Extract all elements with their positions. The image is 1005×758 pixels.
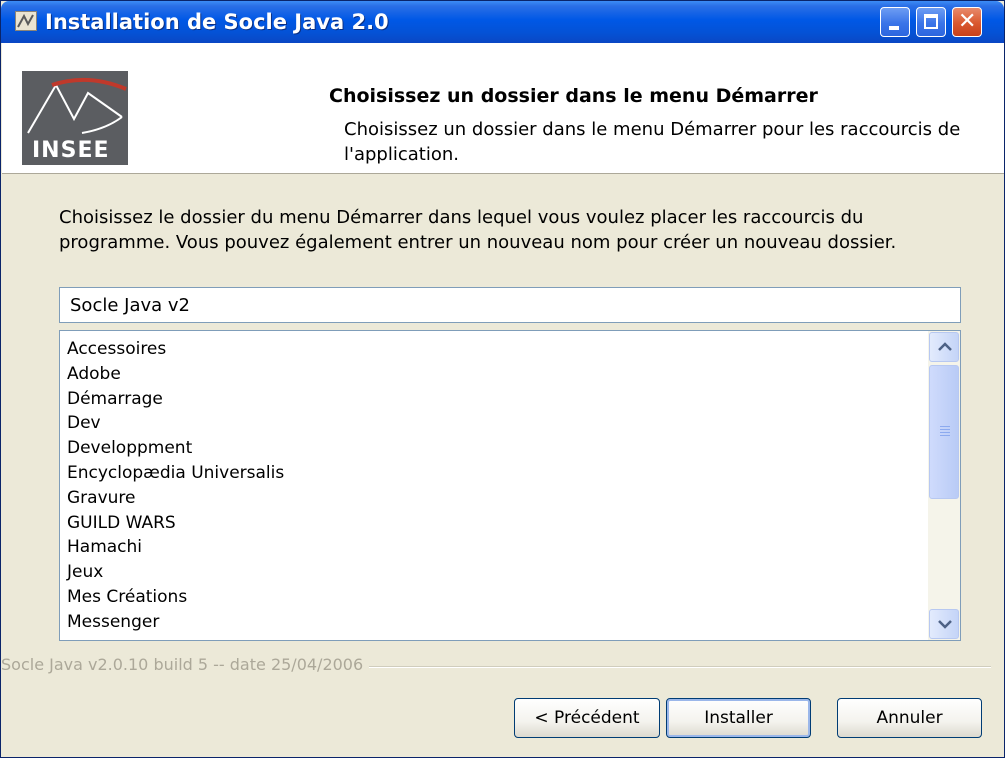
start-menu-folder-list[interactable]: Accessoires Adobe Démarrage Dev Developpment… — [59, 330, 961, 641]
install-button[interactable]: Installer — [666, 698, 811, 738]
scroll-grip-line — [940, 426, 950, 427]
window-title: Installation de Socle Java 2.0 — [45, 10, 389, 34]
close-button[interactable]: ✕ — [952, 7, 982, 37]
maximize-button[interactable] — [916, 7, 946, 37]
logo-text: INSEE — [32, 138, 110, 163]
scroll-down-button[interactable] — [929, 609, 959, 639]
folder-list-item[interactable]: Adobe — [67, 362, 917, 387]
close-icon: ✕ — [958, 9, 977, 34]
minimize-icon — [889, 26, 899, 30]
folder-list-item[interactable]: Dev — [67, 411, 917, 436]
folder-list-item[interactable]: Hamachi — [67, 535, 917, 560]
folder-list-item[interactable]: Accessoires — [67, 337, 917, 362]
cancel-button[interactable]: Annuler — [837, 698, 982, 738]
page-title: Choisissez un dossier dans le menu Démar… — [329, 85, 818, 107]
folder-list-item[interactable]: Encyclopædia Universalis — [67, 461, 917, 486]
scroll-up-button[interactable] — [929, 332, 959, 362]
scroll-grip-line — [940, 435, 950, 436]
folder-list-item[interactable]: Mes Créations — [67, 585, 917, 610]
folder-list-item[interactable]: Démarrage — [67, 387, 917, 412]
version-label: Socle Java v2.0.10 build 5 -- date 25/04… — [1, 655, 370, 674]
folder-list-item[interactable]: Gravure — [67, 486, 917, 511]
scroll-grip-line — [940, 432, 950, 433]
previous-button[interactable]: < Précédent — [514, 698, 660, 738]
folder-list-item[interactable]: Developpment — [67, 436, 917, 461]
folder-list-item[interactable]: Jeux — [67, 560, 917, 585]
wizard-header: INSEE Choisissez un dossier dans le menu… — [2, 43, 1004, 174]
scroll-grip-line — [940, 429, 950, 430]
folder-list-items: Accessoires Adobe Démarrage Dev Developpment… — [67, 337, 917, 635]
title-bar[interactable]: Installation de Socle Java 2.0 ✕ — [1, 1, 1004, 43]
installer-window: Installation de Socle Java 2.0 ✕ INSEE C… — [0, 0, 1005, 758]
scroll-thumb[interactable] — [929, 365, 959, 499]
folder-list-item[interactable]: GUILD WARS — [67, 511, 917, 536]
start-menu-folder-input[interactable]: Socle Java v2 — [59, 287, 961, 323]
instructions-text: Choisissez le dossier du menu Démarrer d… — [59, 207, 897, 253]
page-subtitle: Choisissez un dossier dans le menu Démar… — [344, 119, 961, 165]
chevron-up-icon — [938, 342, 952, 351]
chevron-down-icon — [938, 620, 952, 629]
insee-logo: INSEE — [22, 71, 128, 165]
maximize-icon — [924, 14, 938, 29]
installer-app-icon — [15, 11, 37, 31]
minimize-button[interactable] — [880, 7, 910, 37]
folder-list-item[interactable]: Messenger — [67, 610, 917, 635]
list-scrollbar[interactable] — [928, 331, 960, 640]
